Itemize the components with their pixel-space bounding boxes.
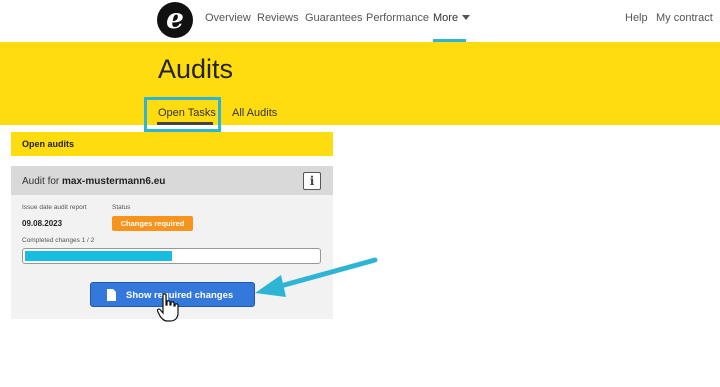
hand-cursor-icon — [157, 293, 179, 322]
audit-title: Audit for max-mustermann6.eu — [22, 176, 165, 187]
open-audits-heading: Open audits — [22, 139, 75, 149]
audit-domain: max-mustermann6.eu — [62, 176, 166, 187]
page-title: Audits — [158, 54, 234, 84]
nav-overview[interactable]: Overview — [205, 12, 251, 24]
audit-card-header: Audit for max-mustermann6.eu i — [11, 166, 333, 195]
audit-title-prefix: Audit for — [22, 176, 63, 187]
info-icon[interactable]: i — [303, 172, 321, 190]
chevron-down-icon — [462, 14, 471, 20]
header-band — [0, 42, 720, 125]
issue-date-label: Issue date audit report — [22, 204, 87, 211]
annotation-arrow-icon — [255, 257, 378, 297]
nav-more[interactable]: More — [433, 12, 471, 24]
completed-changes-label: Completed changes 1 / 2 — [22, 237, 95, 244]
issue-date-value: 09.08.2023 — [22, 219, 63, 228]
open-audits-header: Open audits — [11, 132, 333, 156]
nav-reviews[interactable]: Reviews — [257, 12, 299, 24]
highlight-box — [144, 97, 221, 132]
nav-performance[interactable]: Performance — [366, 12, 429, 24]
progress-fill — [25, 251, 172, 261]
nav-guarantees[interactable]: Guarantees — [305, 12, 362, 24]
status-label: Status — [112, 204, 131, 211]
tab-all-audits[interactable]: All Audits — [232, 107, 277, 119]
nav-more-label: More — [433, 12, 459, 24]
nav-my-contract[interactable]: My contract — [656, 12, 713, 24]
nav-help[interactable]: Help — [625, 12, 648, 24]
document-icon — [107, 289, 116, 301]
show-required-changes-label: Show required changes — [126, 290, 234, 301]
top-nav: e Overview Reviews Guarantees Performanc… — [0, 0, 720, 42]
trusted-shops-logo[interactable]: e — [157, 2, 193, 38]
status-badge: Changes required — [112, 216, 193, 231]
